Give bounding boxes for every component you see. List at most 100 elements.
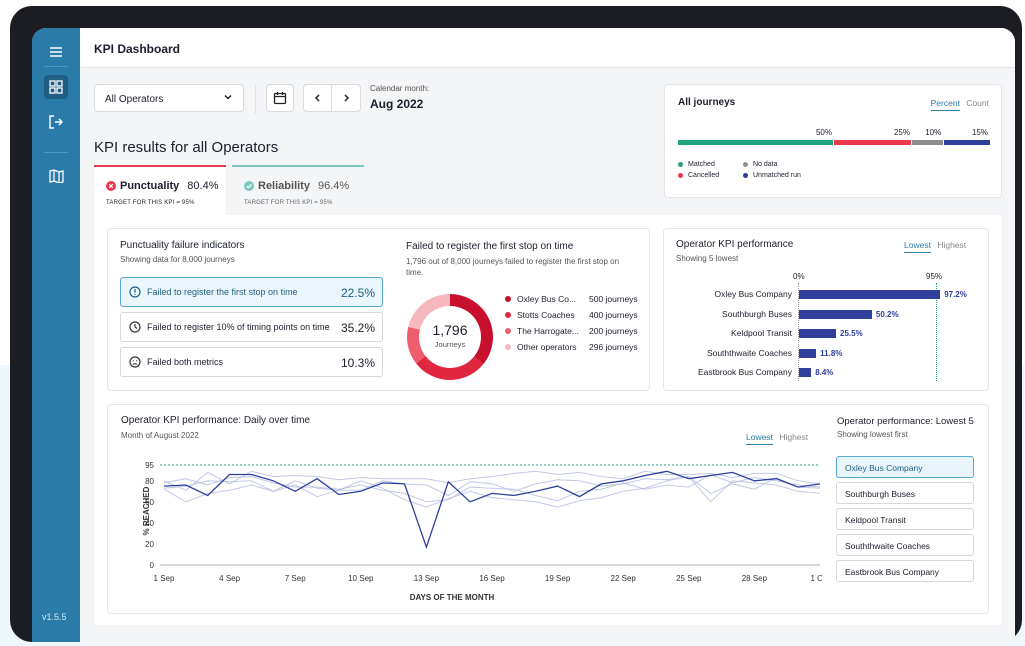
toggle-highest[interactable]: Highest bbox=[779, 432, 808, 442]
indicator-both-metrics[interactable]: Failed both metrics 10.3% bbox=[120, 347, 383, 377]
chevron-down-icon bbox=[223, 92, 233, 105]
operator-list-item[interactable]: Souththwaite Coaches bbox=[836, 534, 974, 556]
app-version: v1.5.5 bbox=[42, 612, 67, 622]
daily-chart-title: Operator KPI performance: Daily over tim… bbox=[121, 415, 310, 426]
donut-center-value: 1,796 bbox=[432, 322, 468, 338]
x-tick-label: 28 Sep bbox=[742, 574, 768, 583]
legend-cancelled: Cancelled bbox=[678, 172, 743, 179]
bar bbox=[799, 290, 941, 299]
fail-icon bbox=[106, 181, 116, 191]
journey-segment-labels: 50% 25% 10% 15% bbox=[678, 128, 990, 138]
calendar-value: Aug 2022 bbox=[370, 97, 424, 111]
daily-line-chart: 020406080951 Sep 4 Sep 7 Sep 10 Sep 13 Sep 16… bbox=[142, 461, 822, 602]
sad-face-icon bbox=[129, 356, 141, 368]
y-axis-label: % REACHED bbox=[142, 486, 151, 535]
sidebar: v1.5.5 bbox=[32, 28, 80, 642]
failure-indicators-title: Punctuality failure indicators bbox=[120, 240, 245, 251]
menu-icon[interactable] bbox=[44, 40, 68, 64]
series-line bbox=[163, 470, 821, 550]
journey-segment bbox=[911, 140, 943, 145]
all-journeys-card: All journeys Percent Count 50% 25% 10% 15% … bbox=[664, 84, 1002, 198]
punctuality-target: TARGET FOR THIS KPI = 95% bbox=[106, 200, 195, 206]
y-tick-label: 0 bbox=[150, 561, 155, 570]
toggle-highest[interactable]: Highest bbox=[937, 240, 966, 250]
reliability-value: 96.4% bbox=[317, 180, 350, 192]
bar bbox=[799, 309, 872, 319]
x-tick-label: 10 Sep bbox=[348, 574, 374, 583]
bar-label: Southburgh Buses bbox=[722, 308, 792, 319]
chevron-left-icon bbox=[314, 94, 320, 102]
app-screen: v1.5.5 KPI Dashboard All Operators Calen… bbox=[32, 28, 1015, 642]
donut-legend-item: The Harrogate... 200 journeys bbox=[505, 326, 638, 336]
x-tick-label: 13 Sep bbox=[414, 574, 440, 583]
operator-select[interactable]: All Operators bbox=[94, 84, 244, 112]
bar-value: 11.8% bbox=[820, 348, 843, 358]
toggle-lowest[interactable]: Lowest bbox=[904, 240, 931, 253]
daily-chart-subtitle: Month of August 2022 bbox=[121, 431, 199, 440]
journey-segment-value: 15% bbox=[971, 128, 988, 137]
indicator-value: 10.3% bbox=[340, 356, 375, 370]
journey-segment-value: 25% bbox=[893, 128, 910, 137]
x-tick-label: 22 Sep bbox=[611, 574, 637, 583]
donut-slice bbox=[416, 356, 484, 380]
check-icon bbox=[244, 181, 254, 191]
x-tick-label: 19 Sep bbox=[545, 574, 571, 583]
tab-punctuality[interactable]: Punctuality 80.4% TARGET FOR THIS KPI = 9… bbox=[94, 165, 226, 215]
punctuality-value: 80.4% bbox=[187, 180, 219, 192]
x-tick-label: 4 Sep bbox=[219, 574, 240, 583]
operator-list-item[interactable]: Oxley Bus Company bbox=[836, 456, 974, 478]
toggle-lowest[interactable]: Lowest bbox=[746, 432, 773, 445]
x-tick-label: 25 Sep bbox=[676, 574, 702, 583]
map-icon[interactable] bbox=[44, 164, 68, 188]
y-tick-label: 80 bbox=[145, 477, 154, 486]
tab-punctuality-label: Punctuality 80.4% bbox=[106, 180, 219, 192]
operator-select-value: All Operators bbox=[105, 94, 164, 105]
tab-reliability-label: Reliability 96.4% bbox=[244, 180, 349, 192]
donut-legend-item: Oxley Bus Co... 500 journeys bbox=[505, 294, 638, 304]
previous-month-button[interactable] bbox=[304, 85, 333, 111]
calendar-button[interactable] bbox=[266, 84, 294, 112]
legend-unmatched: Unmatched run bbox=[743, 172, 833, 179]
journey-legend: Matched No data Cancelled Unmatched run bbox=[678, 161, 833, 179]
failure-indicators-subtitle: Showing data for 8,000 journeys bbox=[120, 255, 235, 264]
daily-chart-toggle: Lowest Highest bbox=[746, 432, 808, 445]
indicator-first-stop[interactable]: Failed to register the first stop on tim… bbox=[120, 277, 383, 307]
journey-segment bbox=[678, 140, 833, 145]
operator-list-item[interactable]: Keldpool Transit bbox=[836, 508, 974, 530]
series-line bbox=[163, 476, 821, 508]
x-tick-label: 16 Sep bbox=[479, 574, 505, 583]
journey-segment-value: 10% bbox=[925, 128, 942, 137]
y-tick-label: 20 bbox=[145, 540, 154, 549]
next-month-button[interactable] bbox=[332, 85, 360, 111]
operator-list-item[interactable]: Eastbrook Bus Company bbox=[836, 560, 974, 582]
toggle-percent[interactable]: Percent bbox=[930, 98, 960, 111]
month-stepper bbox=[303, 84, 361, 112]
calendar-icon bbox=[273, 92, 287, 105]
all-journeys-toggle: Percent Count bbox=[930, 98, 989, 111]
reliability-target: TARGET FOR THIS KPI = 95% bbox=[244, 200, 333, 206]
operator-kpi-title: Operator KPI performance bbox=[676, 239, 794, 250]
device-frame: v1.5.5 KPI Dashboard All Operators Calen… bbox=[10, 6, 1022, 642]
bar bbox=[799, 329, 837, 338]
y-tick-label: 95 bbox=[145, 461, 154, 470]
logout-icon[interactable] bbox=[44, 110, 68, 134]
bar-value: 97.2% bbox=[944, 290, 967, 299]
tab-reliability[interactable]: Reliability 96.4% TARGET FOR THIS KPI = 9… bbox=[232, 165, 364, 215]
bar-label: Oxley Bus Company bbox=[714, 289, 792, 299]
bar-value: 50.2% bbox=[875, 309, 899, 319]
legend-no-data: No data bbox=[743, 161, 833, 168]
operator-list-subtitle: Showing lowest first bbox=[837, 430, 908, 439]
chevron-right-icon bbox=[344, 94, 350, 102]
x-tick-label: 7 Sep bbox=[285, 574, 306, 583]
donut-legend-item: Stotts Coaches 400 journeys bbox=[505, 310, 638, 320]
bar-axis-min: 0% bbox=[793, 272, 805, 281]
first-stop-subtitle: 1,796 out of 8,000 journeys failed to re… bbox=[406, 257, 620, 277]
indicator-timing-points[interactable]: Failed to register 10% of timing points … bbox=[120, 312, 383, 342]
bar-label: Souththwaite Coaches bbox=[706, 347, 792, 358]
operator-list-item[interactable]: Southburgh Buses bbox=[836, 482, 974, 504]
bar-value: 25.5% bbox=[840, 329, 863, 338]
toggle-count[interactable]: Count bbox=[966, 98, 989, 108]
all-journeys-title: All journeys bbox=[678, 97, 736, 108]
dashboard-icon[interactable] bbox=[44, 75, 68, 99]
operator-kpi-toggle: Lowest Highest bbox=[904, 240, 966, 253]
